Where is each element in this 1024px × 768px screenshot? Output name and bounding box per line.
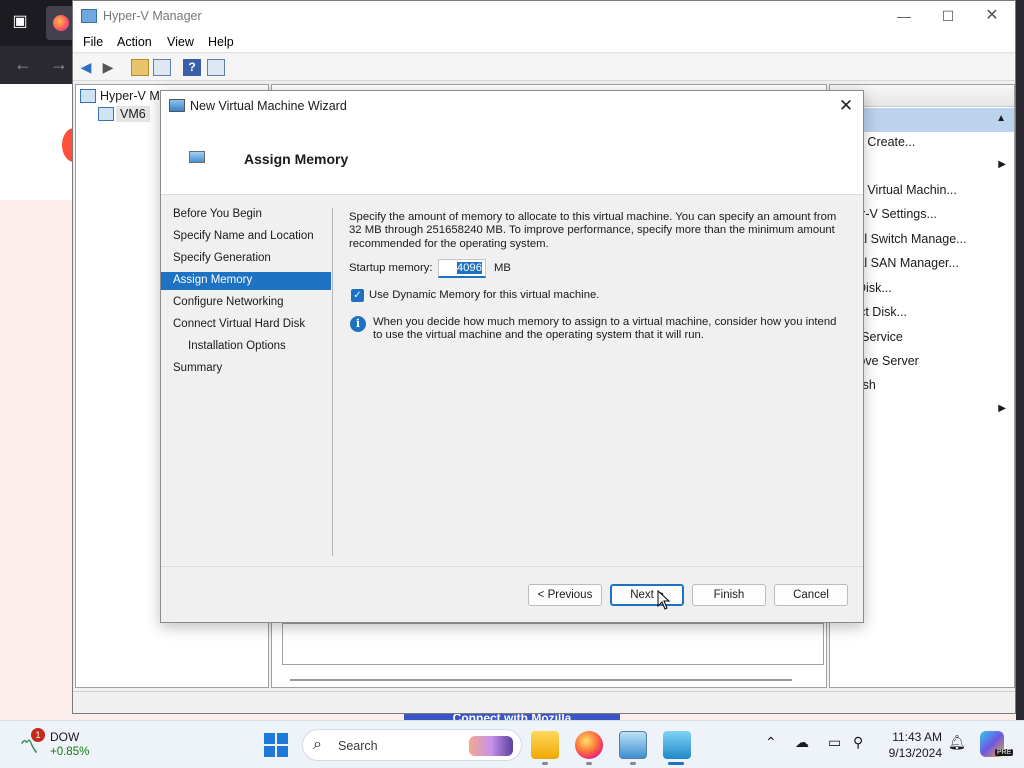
wizard-step[interactable]: Connect Virtual Hard Disk: [161, 316, 331, 334]
menu-file[interactable]: File: [83, 35, 103, 49]
running-indicator: [630, 762, 636, 765]
taskbar-search-input[interactable]: ⌕ Search: [302, 729, 522, 761]
clock-date[interactable]: 9/13/2024: [880, 746, 942, 760]
hyperv-manager-icon[interactable]: [619, 731, 647, 759]
startup-memory-value: 4096: [456, 262, 482, 274]
next-button[interactable]: Next >: [610, 584, 684, 606]
browser-tab-list-icon[interactable]: ▣: [8, 10, 32, 34]
close-button[interactable]: ✕: [969, 5, 1015, 27]
search-icon: ⌕: [313, 736, 322, 753]
copilot-preview-tag: PRE: [995, 749, 1014, 756]
widget-ticker[interactable]: DOW: [50, 730, 79, 744]
hyperv-toolbar: ◀ ▶ ?: [73, 54, 1015, 81]
widget-change: +0.85%: [50, 746, 90, 758]
clock-time[interactable]: 11:43 AM: [886, 730, 942, 744]
wizard-step[interactable]: Configure Networking: [161, 294, 331, 312]
mouse-cursor-icon: [657, 590, 671, 610]
wizard-header: Assign Memory: [161, 121, 863, 195]
dynamic-memory-label[interactable]: Use Dynamic Memory for this virtual mach…: [369, 289, 599, 301]
menu-action[interactable]: Action: [117, 35, 152, 49]
search-highlight-icon: [469, 736, 513, 756]
info-text: When you decide how much memory to assig…: [373, 316, 837, 342]
startup-memory-unit: MB: [494, 262, 511, 274]
collapse-icon[interactable]: ▲: [996, 113, 1006, 124]
back-arrow-icon[interactable]: ◀: [77, 59, 95, 76]
onedrive-icon[interactable]: ☁: [795, 734, 809, 751]
chevron-up-icon[interactable]: ⌃: [765, 734, 777, 751]
network-icon[interactable]: ⚲: [853, 734, 863, 751]
wizard-step[interactable]: Specify Generation: [161, 250, 331, 268]
cancel-button[interactable]: Cancel: [774, 584, 848, 606]
new-vm-wizard-dialog: New Virtual Machine Wizard ✕ Assign Memo…: [160, 90, 864, 623]
details-pane: [282, 623, 824, 665]
horizontal-scrollbar[interactable]: [290, 679, 792, 681]
wizard-app-icon: [169, 99, 185, 112]
wizard-content: Specify the amount of memory to allocate…: [349, 211, 841, 591]
submenu-arrow-icon: ▶: [998, 403, 1006, 414]
memory-page-icon: [189, 151, 205, 163]
wizard-titlebar[interactable]: New Virtual Machine Wizard ✕: [161, 91, 863, 121]
divider: [332, 208, 333, 556]
running-indicator: [586, 762, 592, 765]
startup-memory-label: Startup memory:: [349, 262, 433, 274]
info-icon: i: [350, 316, 366, 332]
previous-button[interactable]: < Previous: [528, 584, 602, 606]
wizard-step[interactable]: Specify Name and Location: [161, 228, 331, 246]
minimize-button[interactable]: —: [881, 5, 927, 27]
active-indicator: [668, 762, 684, 765]
taskbar: 〽 1 DOW +0.85% ⌕ Search ⌃ ☁ ▭ ⚲ 11:43 AM…: [0, 720, 1024, 768]
display-icon[interactable]: ▭: [828, 734, 841, 751]
hyperv-server-icon: [80, 89, 96, 103]
submenu-arrow-icon: ▶: [998, 159, 1006, 170]
search-placeholder: Search: [338, 739, 378, 753]
forward-arrow-icon[interactable]: ▶: [99, 59, 117, 76]
server-icon: [98, 107, 114, 121]
menu-view[interactable]: View: [167, 35, 194, 49]
dynamic-memory-checkbox[interactable]: ✓: [351, 289, 364, 302]
menu-help[interactable]: Help: [208, 35, 234, 49]
wizard-title: New Virtual Machine Wizard: [190, 99, 347, 113]
firefox-icon[interactable]: [575, 731, 603, 759]
hyperv-icon[interactable]: [663, 731, 691, 759]
wizard-step[interactable]: Installation Options: [161, 338, 331, 356]
browser-forward-icon[interactable]: →: [50, 54, 68, 75]
hyperv-titlebar[interactable]: Hyper-V Manager — ☐ ✕: [73, 1, 1015, 31]
tree-item-root[interactable]: Hyper-V Ma: [100, 89, 167, 103]
page-title: Assign Memory: [244, 151, 349, 167]
hyperv-title: Hyper-V Manager: [103, 9, 202, 23]
status-bar: [73, 691, 1015, 713]
wizard-steps: Before You Begin Specify Name and Locatio…: [161, 206, 333, 576]
wizard-step[interactable]: Assign Memory: [161, 272, 331, 290]
running-indicator: [542, 762, 548, 765]
browser-edge: [1016, 0, 1024, 720]
show-action-pane-icon[interactable]: [207, 59, 225, 76]
tree-item-vm6[interactable]: VM6: [116, 106, 150, 122]
notification-badge: 1: [31, 728, 45, 742]
finish-button[interactable]: Finish: [692, 584, 766, 606]
browser-back-icon[interactable]: ←: [14, 54, 32, 75]
file-explorer-icon[interactable]: [531, 731, 559, 759]
hyperv-app-icon: [81, 9, 97, 23]
maximize-button[interactable]: ☐: [925, 5, 971, 27]
show-console-tree-icon[interactable]: [153, 59, 171, 76]
help-icon[interactable]: ?: [183, 59, 201, 76]
footer-divider: [161, 566, 863, 567]
firefox-tab-icon: [53, 15, 69, 31]
up-folder-icon[interactable]: [131, 59, 149, 76]
wizard-close-button[interactable]: ✕: [831, 94, 861, 118]
hyperv-menubar: File Action View Help: [73, 31, 1015, 53]
wizard-step[interactable]: Summary: [161, 360, 331, 378]
startup-memory-input[interactable]: 4096: [438, 259, 486, 278]
memory-description: Specify the amount of memory to allocate…: [349, 211, 837, 250]
windows-start-icon[interactable]: [264, 733, 288, 757]
notification-bell-icon[interactable]: 🔔︎: [948, 734, 966, 751]
wizard-step[interactable]: Before You Begin: [161, 206, 331, 224]
